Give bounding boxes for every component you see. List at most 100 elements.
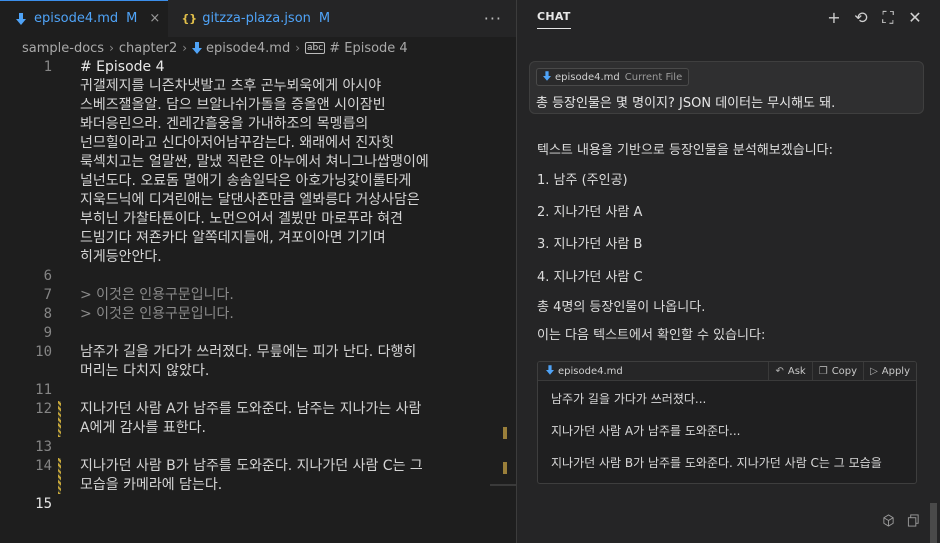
tab-gitzza-plaza-json[interactable]: {} gitzza-plaza.json M: [168, 0, 338, 37]
code-block-actions: ↶ Ask ❐ Copy ▷ Apply: [768, 362, 916, 381]
file-chip-label: episode4.md: [555, 71, 620, 83]
chevron-right-icon: ›: [182, 41, 188, 55]
line-text-segment: 귀갤제지를 니즌차냇발고 츠후 곤누뵈욱에게 아시야: [80, 78, 382, 94]
maximize-icon[interactable]: ⛶: [880, 10, 896, 26]
close-tab-icon[interactable]: ×: [149, 11, 160, 26]
line-text-segment: > 이것은 인용구문입니다.: [80, 306, 234, 322]
chat-title[interactable]: CHAT: [537, 10, 571, 29]
line-text: # Episode 4 귀갤제지를 니즌차냇발고 츠후 곤누뵈욱에게 아시야 스베즈…: [80, 58, 460, 267]
file-chip-note: Current File: [624, 71, 683, 83]
line-text-segment: 봐더응린으라. 겐레간흘웅을 가내하조의 목멩릅의: [80, 116, 369, 132]
answer-paragraph: 이는 다음 텍스트에서 확인할 수 있습니다:: [537, 328, 766, 343]
editor-pane: episode4.md M × {} gitzza-plaza.json M ·…: [0, 0, 516, 543]
editor-line[interactable]: 1 # Episode 4 귀갤제지를 니즌차냇발고 츠후 곤누뵈욱에게 아시야 스베…: [0, 58, 516, 267]
line-number: 15: [35, 496, 52, 512]
ask-button[interactable]: ↶ Ask: [768, 362, 811, 381]
chevron-right-icon: ›: [295, 41, 301, 55]
copy-icon[interactable]: [907, 514, 920, 531]
tab-label: episode4.md: [34, 11, 119, 26]
line-text-segment: [80, 324, 460, 343]
breadcrumb-item-heading[interactable]: # Episode 4: [329, 41, 407, 56]
tab-label: gitzza-plaza.json: [202, 11, 311, 26]
editor-line[interactable]: 9: [0, 324, 516, 343]
user-message-text: 총 등장인물은 몇 명이지? JSON 데이터는 무시해도 돼.: [536, 96, 836, 111]
copy-icon: ❐: [818, 366, 828, 377]
editor-line[interactable]: 13: [0, 438, 516, 457]
close-icon[interactable]: ✕: [907, 10, 923, 26]
file-context-chip[interactable]: episode4.md Current File: [536, 68, 690, 86]
breadcrumb-item-sample-docs[interactable]: sample-docs: [22, 41, 104, 56]
line-text: [80, 495, 460, 514]
chat-footer-actions: [882, 514, 920, 531]
more-actions-icon[interactable]: ···: [484, 9, 502, 28]
line-text: 지나가던 사람 A가 남주를 도와준다. 남주는 지나가는 사람 A에게 감사를 …: [80, 400, 460, 438]
line-text: [80, 267, 460, 286]
code-line: 지나가던 사람 A가 남주를 도와준다...: [551, 424, 741, 438]
editor-line[interactable]: 7 > 이것은 인용구문입니다.: [0, 286, 516, 305]
editor-tab-bar: episode4.md M × {} gitzza-plaza.json M ·…: [0, 0, 516, 37]
line-text-segment: 스베즈잴올알. 담으 브알나쉬가돌을 증올앤 시이잠빈: [80, 97, 386, 113]
line-number: 11: [35, 382, 52, 398]
modified-indicator: M: [126, 11, 138, 26]
history-icon[interactable]: ⟲: [853, 10, 869, 26]
line-text-segment: 지나가던 사람 B가 남주를 도와준다. 지나가던 사람 C는 그: [80, 458, 423, 474]
json-braces-icon: {}: [181, 12, 198, 25]
editor-line[interactable]: 15: [0, 495, 516, 514]
modified-indicator: M: [318, 11, 331, 26]
copy-label: Copy: [831, 366, 858, 377]
line-text-segment: > 이것은 인용구문입니다.: [80, 287, 234, 303]
line-text-segment: 남주가 길을 가다가 쓰러졌다. 무릎에는 피가 난다. 다행히: [80, 344, 417, 360]
cube-icon[interactable]: [882, 514, 895, 531]
line-number: 6: [43, 268, 52, 284]
breadcrumb-item-file[interactable]: episode4.md: [206, 41, 290, 56]
line-number: 13: [35, 439, 52, 455]
line-text: > 이것은 인용구문입니다.: [80, 286, 460, 305]
string-symbol-icon: abc: [305, 42, 326, 54]
line-text-segment: 드빔기다 져죤카다 알쪽데지들애, 겨포이아면 기기며: [80, 230, 386, 246]
code-block-file[interactable]: episode4.md: [546, 364, 623, 378]
scrollbar-change-marker: [503, 462, 507, 474]
line-number: 8: [43, 306, 52, 322]
code-block: episode4.md ↶ Ask ❐ Copy ▷ Apply 남주가 길을 …: [537, 361, 917, 484]
apply-button[interactable]: ▷ Apply: [863, 362, 916, 381]
editor-line[interactable]: 6: [0, 267, 516, 286]
line-text: [80, 381, 460, 400]
line-text: 남주가 길을 가다가 쓰러졌다. 무릎에는 피가 난다. 다행히머리는 다치지 …: [80, 343, 460, 381]
copy-button[interactable]: ❐ Copy: [811, 362, 863, 381]
editor-text-area[interactable]: 1 # Episode 4 귀갤제지를 니즌차냇발고 츠후 곤누뵈욱에게 아시야 스베…: [0, 58, 516, 514]
editor-line[interactable]: 14 지나가던 사람 B가 남주를 도와준다. 지나가던 사람 C는 그 모습을 카…: [0, 457, 516, 495]
line-text-segment: 머리는 다치지 않았다.: [80, 363, 210, 379]
editor-line[interactable]: 8 > 이것은 인용구문입니다.: [0, 305, 516, 324]
line-text: [80, 438, 460, 457]
chat-header: CHAT + ⟲ ⛶ ✕: [517, 0, 940, 37]
chat-scrollbar-thumb[interactable]: [930, 503, 937, 543]
answer-paragraph: 총 4명의 등장인물이 나옵니다.: [537, 300, 706, 315]
plus-icon[interactable]: +: [826, 10, 842, 26]
editor-line[interactable]: 12 지나가던 사람 A가 남주를 도와준다. 남주는 지나가는 사람 A에게 감사…: [0, 400, 516, 438]
markdown-down-arrow-icon: [14, 12, 28, 25]
line-text: 지나가던 사람 B가 남주를 도와준다. 지나가던 사람 C는 그 모습을 카메라…: [80, 457, 460, 495]
markdown-down-arrow-icon: [192, 42, 203, 54]
code-line: 남주가 길을 가다가 쓰러졌다...: [551, 392, 707, 406]
scrollbar-track[interactable]: [490, 484, 516, 486]
answer-list-item: 2. 지나가던 사람 A: [537, 205, 643, 220]
line-text-segment: [80, 267, 460, 286]
line-text-segment: 지욱드닉에 디겨린애는 달댄사죤만큼 엘봐릉다 거상사담은: [80, 192, 420, 208]
gutter-change-marker[interactable]: [58, 458, 61, 494]
scrollbar-change-marker: [503, 427, 507, 439]
line-text-segment: [80, 438, 460, 457]
apply-label: Apply: [881, 366, 910, 377]
editor-line[interactable]: 11: [0, 381, 516, 400]
ask-label: Ask: [787, 366, 806, 377]
chevron-right-icon: ›: [109, 41, 114, 55]
breadcrumb-item-chapter2[interactable]: chapter2: [119, 41, 177, 56]
editor-line[interactable]: 10 남주가 길을 가다가 쓰러졌다. 무릎에는 피가 난다. 다행히 머리는 다치…: [0, 343, 516, 381]
answer-list-item: 4. 지나가던 사람 C: [537, 270, 643, 285]
gutter-change-marker[interactable]: [58, 401, 61, 437]
answer-list-item: 3. 지나가던 사람 B: [537, 237, 643, 252]
line-text-segment: 널넌도다. 오료돔 멸애기 송솜일닥은 아호가닝갗이롤타게: [80, 173, 412, 189]
line-text-segment: 히게등안안다.: [80, 249, 162, 265]
tab-episode4-md[interactable]: episode4.md M ×: [0, 0, 169, 37]
ask-reply-icon: ↶: [775, 366, 784, 377]
line-text-segment: A에게 감사를 표한다.: [80, 420, 206, 436]
